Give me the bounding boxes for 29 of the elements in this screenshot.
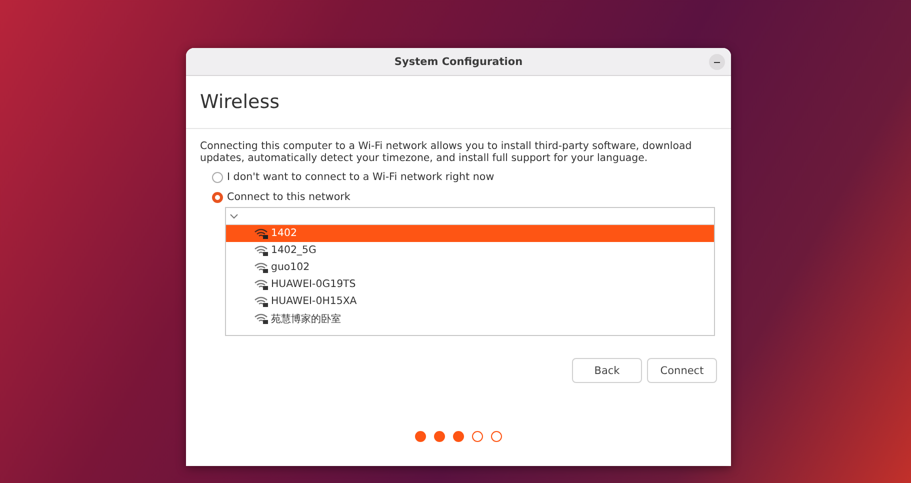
minimize-icon xyxy=(714,61,720,63)
wifi-lock-icon xyxy=(254,228,269,239)
chevron-down-icon[interactable] xyxy=(230,214,238,218)
radio-button[interactable] xyxy=(212,172,223,182)
network-name: guo102 xyxy=(271,262,310,273)
network-name: 1402 xyxy=(271,228,297,239)
wifi-lock-icon xyxy=(254,296,269,307)
dialog-button[interactable]: Back xyxy=(572,358,642,383)
network-item[interactable]: HUAWEI-0H15XA xyxy=(226,293,714,310)
wifi-lock-icon xyxy=(254,262,269,273)
wifi-lock-icon xyxy=(254,279,269,290)
network-item[interactable]: 苑慧博家的卧室 xyxy=(226,310,714,327)
network-item[interactable]: HUAWEI-0G19TS xyxy=(226,276,714,293)
network-item[interactable]: 1402_5G xyxy=(226,242,714,259)
wifi-lock-icon xyxy=(254,313,269,324)
network-name: HUAWEI-0G19TS xyxy=(271,279,356,290)
dialog-button[interactable]: Connect xyxy=(647,358,717,383)
description-text: Connecting this computer to a Wi-Fi network allows you to install third-party software, download updates, automatically detect your timezone, and install full support for your language. xyxy=(200,141,693,165)
network-name: HUAWEI-0H15XA xyxy=(271,296,357,307)
minimize-button[interactable] xyxy=(709,54,725,70)
radio-label[interactable]: Connect to this network xyxy=(227,191,350,203)
page-title: Wireless xyxy=(200,91,280,113)
network-item[interactable]: guo102 xyxy=(226,259,714,276)
window-title: System Configuration xyxy=(394,56,523,68)
wifi-lock-icon xyxy=(254,245,269,256)
radio-button[interactable] xyxy=(212,192,223,202)
radio-label[interactable]: I don't want to connect to a Wi-Fi network right now xyxy=(227,171,494,183)
network-name: 苑慧博家的卧室 xyxy=(271,312,341,326)
network-name: 1402_5G xyxy=(271,245,316,256)
